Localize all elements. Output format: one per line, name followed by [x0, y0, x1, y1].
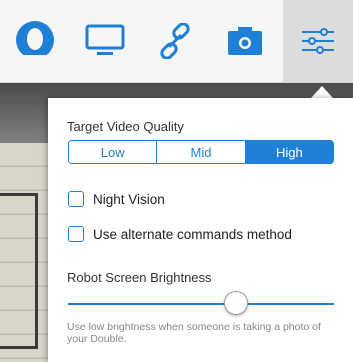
link-icon: [160, 23, 190, 59]
popover-arrow: [311, 86, 333, 98]
settings-button[interactable]: [283, 0, 353, 82]
brightness-slider-track: [236, 303, 334, 305]
night-vision-label: Night Vision: [93, 191, 165, 207]
quality-option-low[interactable]: Low: [69, 141, 158, 163]
link-button[interactable]: [140, 0, 210, 82]
alternate-commands-label: Use alternate commands method: [93, 226, 292, 242]
settings-sliders-icon: [302, 28, 334, 54]
quality-option-high[interactable]: High: [245, 141, 333, 163]
photo-button[interactable]: [210, 0, 280, 82]
screen-button[interactable]: [70, 0, 140, 82]
alternate-commands-row[interactable]: Use alternate commands method: [68, 226, 292, 242]
brightness-slider[interactable]: [68, 291, 334, 317]
brightness-title: Robot Screen Brightness: [67, 270, 212, 285]
brightness-hint: Use low brightness when someone is takin…: [67, 321, 321, 345]
user-icon: [16, 21, 54, 59]
toolbar: [0, 0, 353, 83]
night-vision-row[interactable]: Night Vision: [68, 191, 165, 207]
alternate-commands-checkbox[interactable]: [68, 226, 84, 242]
feed-door-frame: [0, 193, 38, 349]
monitor-icon: [85, 24, 125, 55]
quality-option-mid[interactable]: Mid: [157, 141, 246, 163]
user-button[interactable]: [0, 0, 70, 82]
brightness-slider-thumb[interactable]: [224, 291, 248, 315]
brightness-slider-fill: [68, 303, 236, 305]
settings-popover: Target Video Quality Low Mid High Night …: [48, 98, 353, 362]
video-quality-title: Target Video Quality: [67, 119, 184, 134]
night-vision-checkbox[interactable]: [68, 191, 84, 207]
camera-icon: [228, 27, 262, 55]
video-quality-segmented-control: Low Mid High: [68, 140, 334, 164]
